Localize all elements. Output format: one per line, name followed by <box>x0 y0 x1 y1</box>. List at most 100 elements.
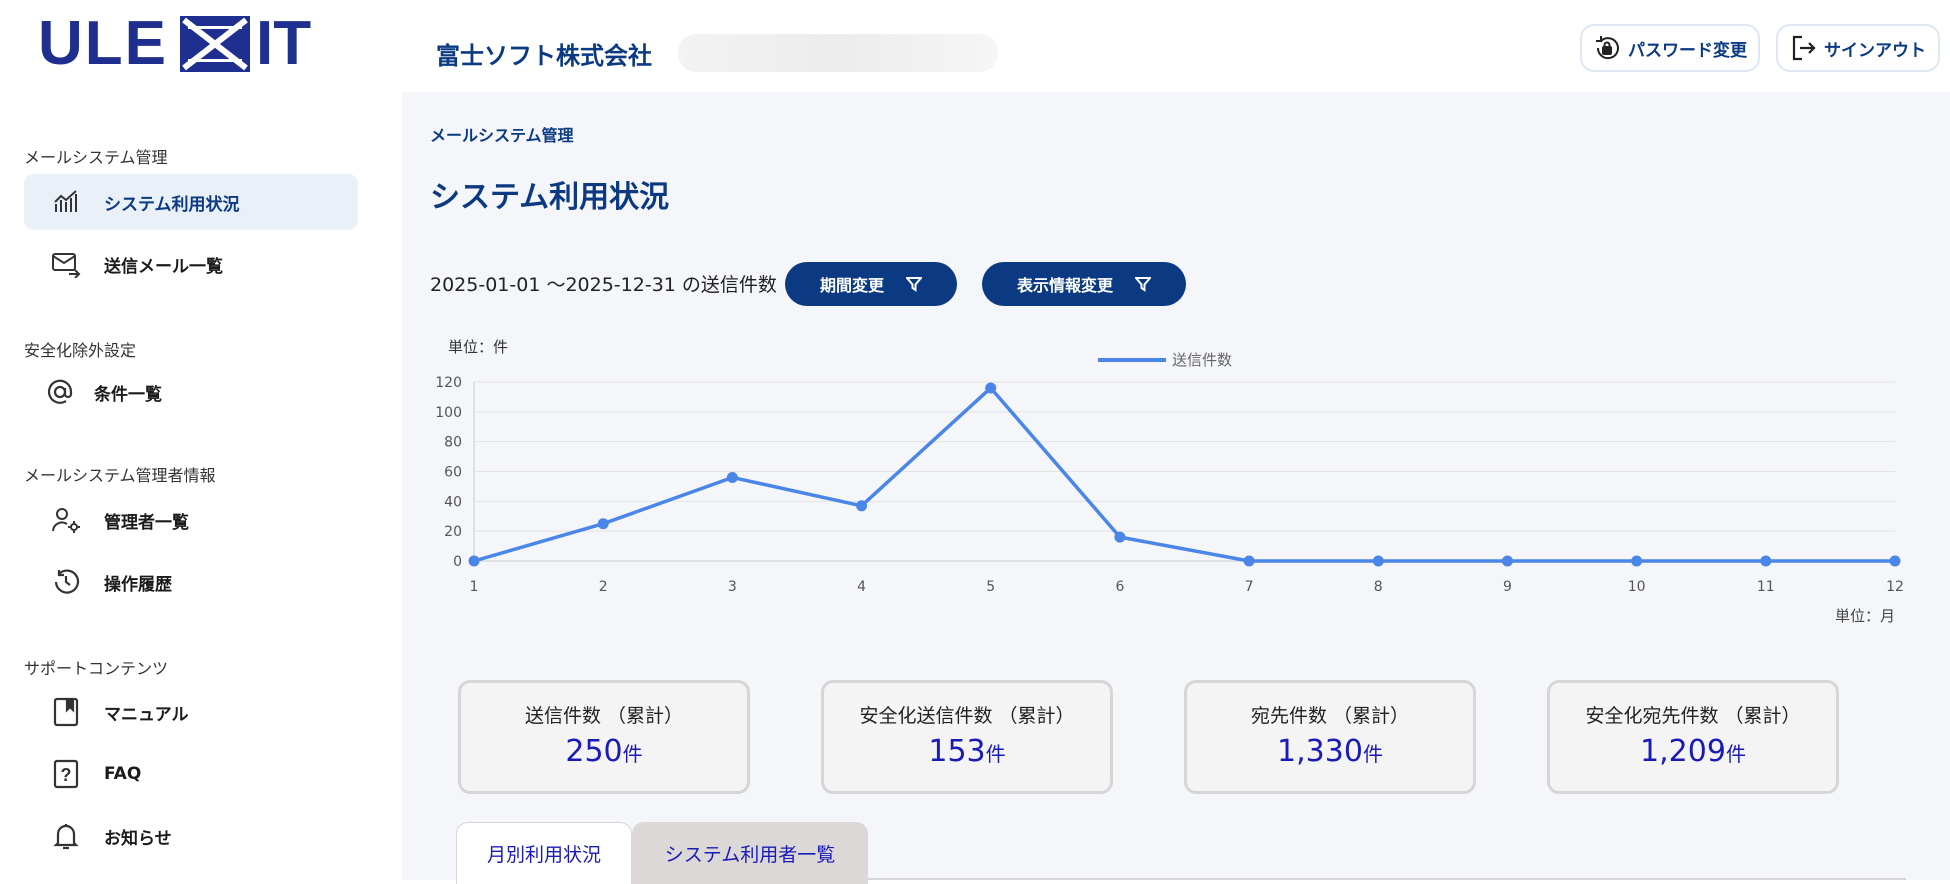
x-tick-label: 3 <box>728 579 737 595</box>
period-change-button[interactable]: 期間変更 <box>785 262 957 306</box>
stat-label: 安全化送信件数 （累計） <box>859 705 1075 727</box>
x-tick-label: 4 <box>857 579 866 595</box>
lock-reset-icon <box>1592 33 1622 63</box>
y-tick-label: 0 <box>453 554 462 570</box>
stat-card-recipients: 宛先件数 （累計） 1,330件 <box>1184 680 1476 794</box>
signout-button[interactable]: サインアウト <box>1776 24 1940 72</box>
y-unit-label: 単位：件 <box>448 338 508 356</box>
sidebar-item-label: システム利用状況 <box>104 194 240 215</box>
sidebar-item-history[interactable]: 操作履歴 <box>24 554 358 610</box>
y-tick-label: 100 <box>435 405 462 421</box>
page-title: システム利用状況 <box>430 180 670 215</box>
monthly-send-chart: 単位：件0204060801001201 2 3 4 5 6 7 8 9 10 11 12単位：月送信… <box>435 338 1904 625</box>
company-name: 富士ソフト株式会社 <box>436 42 652 70</box>
question-icon: ? <box>50 758 82 790</box>
section-title-support: サポートコンテンツ <box>24 659 169 678</box>
stat-number: 1,330 <box>1277 734 1363 769</box>
sidebar-item-label: お知らせ <box>104 828 172 849</box>
user-gear-icon <box>50 504 82 536</box>
x-tick-label: 9 <box>1503 579 1512 595</box>
stat-unit: 件 <box>1725 742 1746 766</box>
stat-unit: 件 <box>985 742 1006 766</box>
display-change-label: 表示情報変更 <box>1016 276 1113 295</box>
change-password-label: パスワード変更 <box>1628 40 1747 61</box>
sidebar-item-notice[interactable]: お知らせ <box>24 808 358 864</box>
history-icon <box>50 566 82 598</box>
filter-icon <box>1135 276 1151 292</box>
stat-card-safe-sent: 安全化送信件数 （累計） 153件 <box>821 680 1113 794</box>
x-tick-label: 2 <box>599 579 608 595</box>
topbar: 富士ソフト株式会社 パスワード変更 サインアウト <box>402 0 1950 92</box>
tab-monthly-usage[interactable]: 月別利用状況 <box>456 822 632 884</box>
sidebar-item-label: 送信メール一覧 <box>104 256 223 277</box>
change-password-button[interactable]: パスワード変更 <box>1580 24 1760 72</box>
bell-icon <box>50 820 82 852</box>
y-tick-label: 60 <box>444 465 462 481</box>
breadcrumb[interactable]: メールシステム管理 <box>430 122 574 146</box>
y-tick-label: 80 <box>444 435 462 451</box>
section-title-exclusion: 安全化除外設定 <box>24 341 137 360</box>
x-tick-label: 11 <box>1757 579 1775 595</box>
stat-unit: 件 <box>1362 742 1383 766</box>
sidebar-item-label: 条件一覧 <box>94 384 162 405</box>
data-point <box>1760 555 1772 567</box>
sidebar-item-admin-list[interactable]: 管理者一覧 <box>24 492 358 548</box>
sidebar-item-manual[interactable]: マニュアル <box>24 684 358 740</box>
chart-icon <box>50 186 82 218</box>
x-tick-label: 8 <box>1374 579 1383 595</box>
tab-system-users[interactable]: システム利用者一覧 <box>632 822 868 884</box>
data-point <box>1372 555 1384 567</box>
period-text: 2025-01-01 〜2025-12-31 の送信件数 <box>430 274 777 296</box>
legend-label: 送信件数 <box>1172 351 1232 369</box>
data-point <box>1631 555 1643 567</box>
x-tick-label: 12 <box>1886 579 1904 595</box>
svg-text:?: ? <box>61 765 72 785</box>
data-point <box>985 382 997 394</box>
sidebar-item-system-usage[interactable]: システム利用状況 <box>24 174 358 230</box>
x-tick-label: 5 <box>986 579 995 595</box>
stat-number: 153 <box>928 734 986 769</box>
series-line <box>473 386 1895 563</box>
stat-value: 1,209件 <box>1550 734 1836 769</box>
data-point <box>1243 555 1255 567</box>
data-point <box>597 518 609 530</box>
stat-number: 250 <box>565 734 623 769</box>
svg-text:ULE: ULE <box>38 10 168 74</box>
stat-card-sent: 送信件数 （累計） 250件 <box>458 680 750 794</box>
stat-unit: 件 <box>622 742 643 766</box>
y-tick-label: 20 <box>444 524 462 540</box>
y-tick-label: 120 <box>435 375 462 391</box>
x-unit-label: 単位：月 <box>1835 607 1895 625</box>
sidebar: ULE IT メールシステム管理 システム利用状況 送信メール一覧 安全化除外設… <box>0 0 402 880</box>
section-title-mail-system: メールシステム管理 <box>24 148 168 167</box>
stat-card-safe-recipients: 安全化宛先件数 （累計） 1,209件 <box>1547 680 1839 794</box>
x-tick-label: 10 <box>1628 579 1646 595</box>
sidebar-item-faq[interactable]: ? FAQ <box>24 746 358 802</box>
stat-label: 送信件数 （累計） <box>524 705 684 727</box>
data-point <box>468 555 480 567</box>
stat-label: 安全化宛先件数 （累計） <box>1585 705 1801 727</box>
x-tick-label: 1 <box>470 579 479 595</box>
display-change-button[interactable]: 表示情報変更 <box>982 262 1186 306</box>
book-icon <box>50 696 82 728</box>
sidebar-item-conditions[interactable]: 条件一覧 <box>24 364 358 420</box>
sidebar-item-label: FAQ <box>104 764 142 784</box>
svg-text:IT: IT <box>256 10 311 74</box>
sidebar-item-label: 管理者一覧 <box>104 512 189 533</box>
signout-icon <box>1788 33 1818 63</box>
data-point <box>1114 531 1126 543</box>
stat-label: 宛先件数 （累計） <box>1250 705 1410 727</box>
data-point <box>856 500 868 512</box>
sidebar-item-label: マニュアル <box>104 704 189 725</box>
main-content: メールシステム管理 システム利用状況 2025-01-01 〜2025-12-3… <box>402 92 1950 884</box>
ulexit-logo: ULE IT <box>38 9 348 78</box>
sidebar-item-sent-mail[interactable]: 送信メール一覧 <box>24 236 358 292</box>
mail-send-icon <box>50 248 82 280</box>
period-change-label: 期間変更 <box>819 276 884 295</box>
signout-label: サインアウト <box>1824 40 1926 61</box>
y-tick-label: 40 <box>444 494 462 510</box>
filter-icon <box>906 276 922 292</box>
stat-value: 153件 <box>824 734 1110 769</box>
x-tick-label: 7 <box>1245 579 1254 595</box>
sidebar-item-label: 操作履歴 <box>104 574 172 595</box>
